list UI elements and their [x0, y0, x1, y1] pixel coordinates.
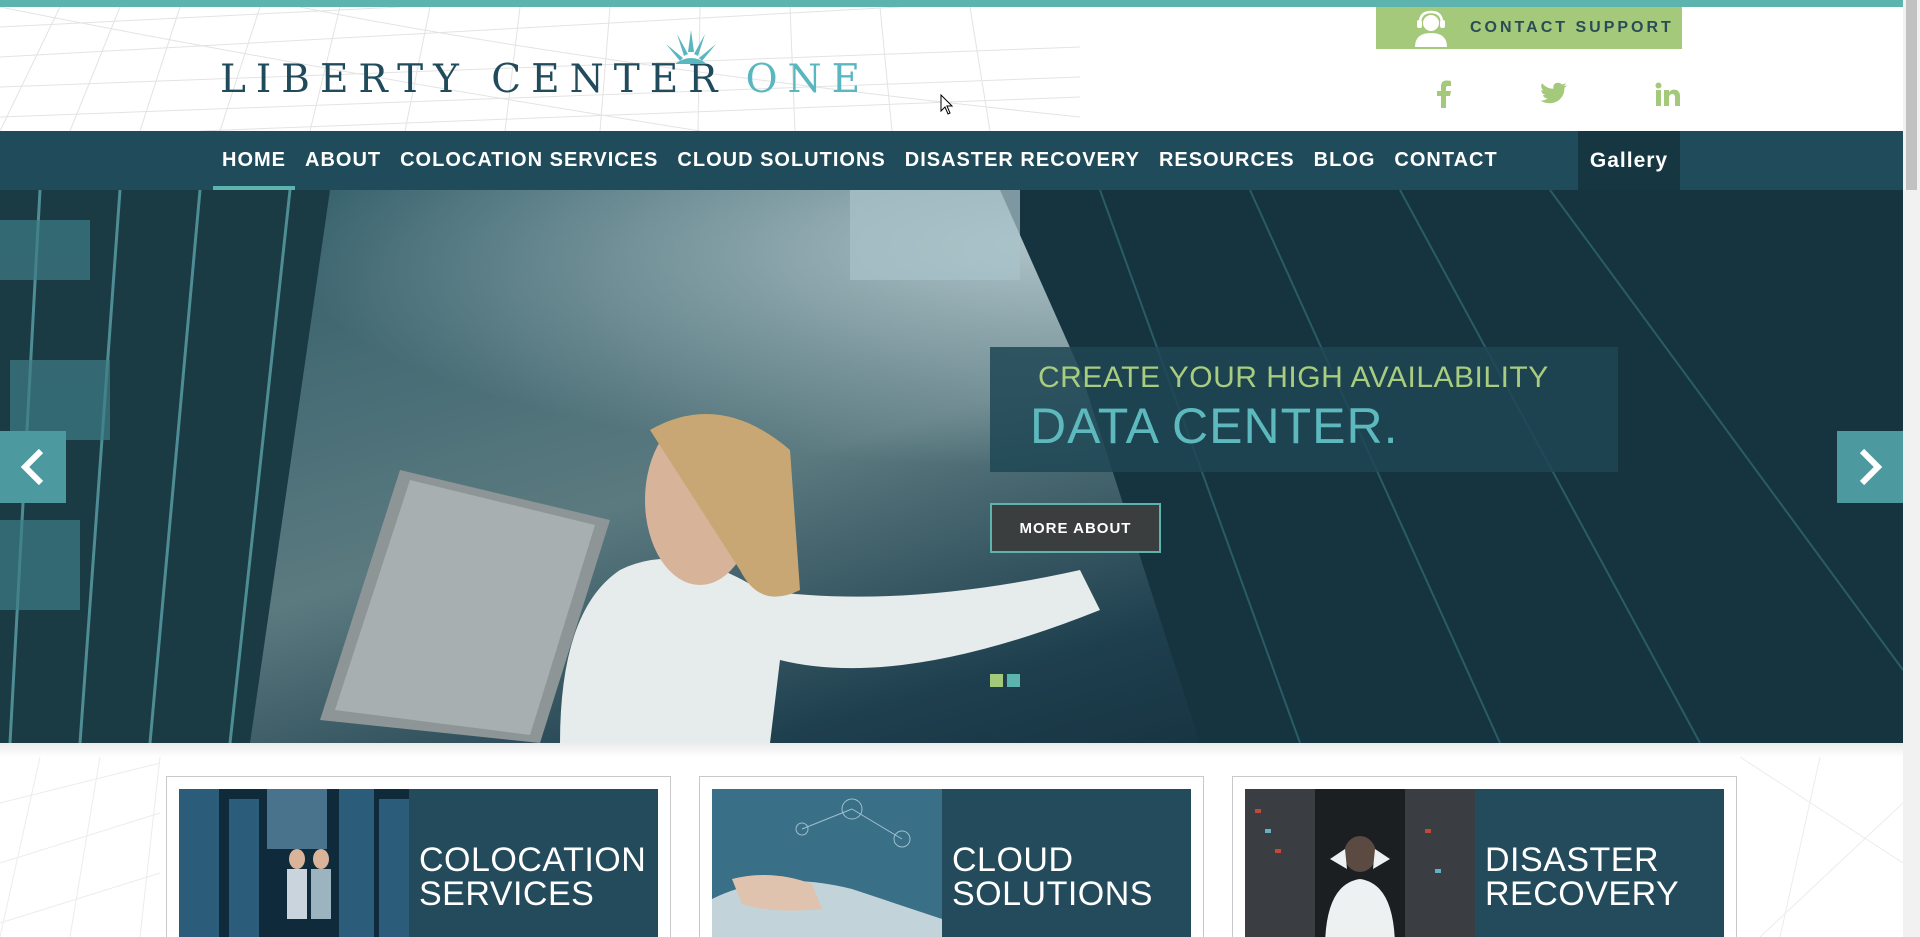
card-panel: DISASTER RECOVERY — [1245, 789, 1724, 937]
page: LIBERTY CENTER ONE CONTACT SUPPORT HOME … — [0, 0, 1903, 937]
nav-item-gallery[interactable]: Gallery — [1578, 131, 1680, 190]
card-disaster-recovery[interactable]: DISASTER RECOVERY — [1232, 776, 1737, 937]
card-title-disaster: DISASTER RECOVERY — [1485, 843, 1679, 911]
card-title-line2: RECOVERY — [1485, 875, 1680, 913]
crown-logo-icon — [666, 30, 716, 64]
card-photo-colocation — [179, 789, 409, 937]
nav-item-colocation-services[interactable]: COLOCATION SERVICES — [400, 131, 658, 190]
slider-dot-1[interactable] — [990, 674, 1003, 687]
hero-headline-line1: CREATE YOUR HIGH AVAILABILITY — [1038, 361, 1549, 394]
card-title-line1: CLOUD — [952, 841, 1074, 879]
contact-support-label: CONTACT SUPPORT — [1470, 19, 1674, 36]
nav-item-blog[interactable]: BLOG — [1314, 131, 1376, 190]
card-panel: CLOUD SOLUTIONS — [712, 789, 1191, 937]
services-cards: COLOCATION SERVICES CLOUD SOLUTIONS DISA… — [0, 743, 1903, 937]
facebook-icon — [1437, 80, 1451, 108]
card-title-line1: DISASTER — [1485, 841, 1660, 879]
contact-support-button[interactable]: CONTACT SUPPORT — [1376, 7, 1682, 49]
linkedin-icon — [1655, 82, 1680, 106]
hero-slider: CREATE YOUR HIGH AVAILABILITY DATA CENTE… — [0, 190, 1903, 743]
logo-text-one: ONE — [745, 57, 871, 102]
slider-prev-button[interactable] — [0, 431, 66, 503]
logo-text: LIBERTY CENTER — [220, 57, 728, 102]
chevron-left-icon — [20, 448, 44, 486]
nav-item-contact[interactable]: CONTACT — [1394, 131, 1497, 190]
page-scrollbar[interactable] — [1903, 0, 1920, 937]
nav-item-resources[interactable]: RESOURCES — [1159, 131, 1295, 190]
card-title-cloud: CLOUD SOLUTIONS — [952, 843, 1153, 911]
facebook-link[interactable] — [1427, 77, 1461, 111]
nav-item-disaster-recovery[interactable]: DISASTER RECOVERY — [905, 131, 1140, 190]
twitter-link[interactable] — [1537, 77, 1571, 111]
more-about-button[interactable]: MORE ABOUT — [990, 503, 1161, 553]
card-title-colocation: COLOCATION SERVICES — [419, 843, 646, 911]
nav-item-cloud-solutions[interactable]: CLOUD SOLUTIONS — [677, 131, 885, 190]
chevron-right-icon — [1859, 448, 1883, 486]
card-title-line2: SERVICES — [419, 875, 595, 913]
site-logo[interactable]: LIBERTY CENTER ONE — [220, 57, 870, 107]
slider-next-button[interactable] — [1837, 431, 1903, 503]
top-accent-stripe — [0, 0, 1903, 7]
slider-dots — [990, 674, 1020, 687]
headset-icon — [1415, 10, 1447, 47]
card-title-line1: COLOCATION — [419, 841, 647, 879]
card-photo-disaster — [1245, 789, 1475, 937]
hero-caption-box: CREATE YOUR HIGH AVAILABILITY DATA CENTE… — [990, 347, 1618, 472]
nav-item-about[interactable]: ABOUT — [305, 131, 381, 190]
card-title-line2: SOLUTIONS — [952, 875, 1153, 913]
mouse-cursor-icon — [940, 94, 954, 115]
slider-dot-2[interactable] — [1007, 674, 1020, 687]
linkedin-link[interactable] — [1651, 77, 1685, 111]
hero-headline-line2: DATA CENTER. — [1030, 398, 1399, 454]
twitter-icon — [1540, 82, 1567, 104]
scrollbar-thumb[interactable] — [1906, 0, 1917, 190]
nav-item-home[interactable]: HOME — [213, 131, 295, 190]
nav-items: HOME ABOUT COLOCATION SERVICES CLOUD SOL… — [213, 131, 1517, 190]
card-panel: COLOCATION SERVICES — [179, 789, 658, 937]
main-navigation: HOME ABOUT COLOCATION SERVICES CLOUD SOL… — [0, 131, 1903, 190]
card-photo-cloud — [712, 789, 942, 937]
card-colocation-services[interactable]: COLOCATION SERVICES — [166, 776, 671, 937]
card-cloud-solutions[interactable]: CLOUD SOLUTIONS — [699, 776, 1204, 937]
